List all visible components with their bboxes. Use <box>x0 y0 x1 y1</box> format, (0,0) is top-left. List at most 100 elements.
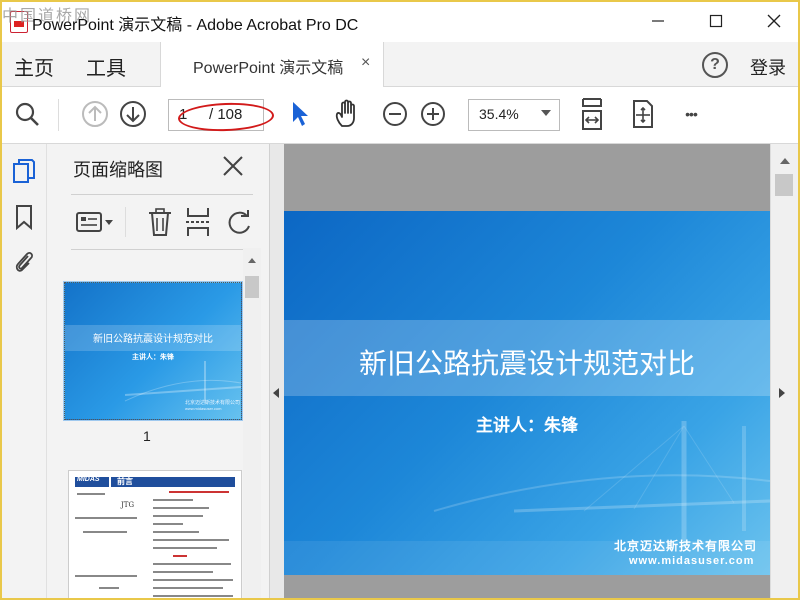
window-title: PowerPoint 演示文稿 - Adobe Acrobat Pro DC <box>32 17 359 34</box>
pages-icon <box>13 159 35 183</box>
text-line <box>75 517 137 519</box>
full-screen-button[interactable] <box>626 97 658 131</box>
highlighted-text-line <box>173 555 187 557</box>
hand-icon <box>335 99 355 127</box>
text-line <box>153 507 209 509</box>
tools-menu[interactable]: 工具 <box>86 52 126 81</box>
panel-toolbar <box>71 194 253 250</box>
arrow-up-circle-icon <box>82 101 108 127</box>
left-nav-strip <box>2 144 47 598</box>
document-tab-label: PowerPoint 演示文稿 <box>193 60 344 77</box>
minimize-button[interactable] <box>644 10 672 32</box>
slide-page: 新旧公路抗震设计规范对比 主讲人：朱锋 北京迈达斯技术有限公司 www.mida… <box>284 211 770 575</box>
rotate-page-button[interactable] <box>225 207 253 237</box>
text-line <box>153 547 217 549</box>
zoom-out-button[interactable] <box>380 99 410 129</box>
toolbar: 1 / 108 35.4% ••• <box>2 87 798 144</box>
more-tools-button[interactable]: ••• <box>676 99 706 129</box>
thumbnail-page-number: 1 <box>143 428 151 444</box>
menu-bar: 主页 工具 PowerPoint 演示文稿 × ? 登录 <box>2 42 798 87</box>
thumbnail-slide-website: www.midasuser.com <box>185 406 222 411</box>
bookmark-icon <box>16 205 32 230</box>
zoom-in-button[interactable] <box>418 99 448 129</box>
help-icon[interactable]: ? <box>702 52 728 78</box>
slide-company: 北京迈达斯技术有限公司 <box>614 539 758 553</box>
insert-page-icon <box>186 208 210 236</box>
text-line <box>75 575 137 577</box>
expand-right-panel-arrow-icon[interactable] <box>779 388 785 398</box>
attachments-button[interactable] <box>12 248 36 274</box>
document-scrollbar[interactable] <box>770 144 798 598</box>
panel-separator <box>125 207 126 237</box>
title-bar: 中国道桥网 PowerPoint 演示文稿 - Adobe Acrobat Pr… <box>2 2 798 40</box>
text-line <box>153 539 229 541</box>
minimize-icon <box>652 20 664 22</box>
text-line <box>77 493 105 495</box>
minus-circle-icon <box>383 102 407 126</box>
options-list-icon <box>76 212 113 232</box>
text-line <box>153 587 223 589</box>
midas-logo-text: MIDAS <box>77 476 100 483</box>
scroll-up-arrow-icon[interactable] <box>780 158 790 164</box>
document-viewer[interactable]: 新旧公路抗震设计规范对比 主讲人：朱锋 北京迈达斯技术有限公司 www.mida… <box>284 144 770 598</box>
slide-title: 新旧公路抗震设计规范对比 <box>358 347 695 380</box>
toolbar-separator <box>58 99 59 131</box>
collapse-panel-arrow-icon[interactable] <box>273 388 279 398</box>
arrow-down-circle-icon <box>120 101 146 127</box>
text-line <box>153 523 183 525</box>
close-icon <box>223 156 243 176</box>
panel-close-button[interactable] <box>221 154 245 183</box>
close-icon <box>767 14 781 28</box>
text-line <box>153 499 193 501</box>
thumbnail-slide-subtitle: 主讲人：朱锋 <box>132 354 174 361</box>
text-line <box>153 515 203 517</box>
page-thumbnail-2[interactable]: MIDAS 前言 JTG <box>68 470 242 598</box>
app-window: 中国道桥网 PowerPoint 演示文稿 - Adobe Acrobat Pr… <box>0 0 800 600</box>
select-tool-button[interactable] <box>286 99 312 129</box>
panel-title: 页面缩略图 <box>73 160 163 180</box>
scroll-up-arrow-icon[interactable] <box>248 258 256 263</box>
next-page-button[interactable] <box>118 99 148 129</box>
thumbnail-scrollbar[interactable] <box>243 248 261 598</box>
text-line <box>153 579 233 581</box>
maximize-button[interactable] <box>702 10 730 32</box>
document-tab-close-button[interactable]: × <box>361 54 370 72</box>
thumbnail-standard-code: JTG <box>121 501 135 509</box>
previous-page-button[interactable] <box>80 99 110 129</box>
delete-page-button[interactable] <box>145 205 175 239</box>
login-link[interactable]: 登录 <box>750 54 786 80</box>
close-window-button[interactable] <box>760 10 788 32</box>
thumbnail-header-label: 前言 <box>117 477 133 486</box>
text-line <box>153 563 231 565</box>
fit-page-button[interactable] <box>576 95 608 135</box>
panel-splitter[interactable] <box>269 144 284 598</box>
thumbnail-slide-company: 北京迈达斯技术有限公司 <box>185 400 241 406</box>
scrollbar-thumb[interactable] <box>245 276 259 298</box>
hand-tool-button[interactable] <box>332 97 364 131</box>
text-line <box>153 595 233 597</box>
text-line <box>153 571 213 573</box>
plus-circle-icon <box>421 102 445 126</box>
paperclip-icon <box>15 252 33 272</box>
maximize-icon <box>709 14 723 28</box>
zoom-level-dropdown[interactable]: 35.4% <box>468 99 560 131</box>
zoom-level-value: 35.4% <box>479 106 519 122</box>
home-menu[interactable]: 主页 <box>14 52 54 81</box>
search-button[interactable] <box>12 99 42 129</box>
bookmarks-button[interactable] <box>12 204 36 230</box>
page-thumbnail-1[interactable]: 新旧公路抗震设计规范对比 主讲人：朱锋 北京迈达斯技术有限公司 www.mida… <box>63 281 243 421</box>
scrollbar-thumb[interactable] <box>775 174 793 196</box>
thumbnail-options-button[interactable] <box>75 207 115 237</box>
search-icon <box>15 102 39 126</box>
expand-page-icon <box>633 100 653 128</box>
fit-width-icon <box>582 98 602 130</box>
thumbnails-panel: 页面缩略图 新旧公路抗震设计规范对比 主讲人：朱锋 北京迈达斯技术有限公司 ww… <box>47 144 269 598</box>
insert-page-button[interactable] <box>183 205 213 239</box>
page-thumbnails-button[interactable] <box>12 158 36 184</box>
rotate-icon <box>228 210 250 234</box>
text-line <box>153 531 199 533</box>
trash-icon <box>149 208 171 236</box>
text-line <box>83 531 127 533</box>
chevron-down-icon <box>541 110 551 116</box>
document-tab[interactable]: PowerPoint 演示文稿 × <box>160 42 384 87</box>
